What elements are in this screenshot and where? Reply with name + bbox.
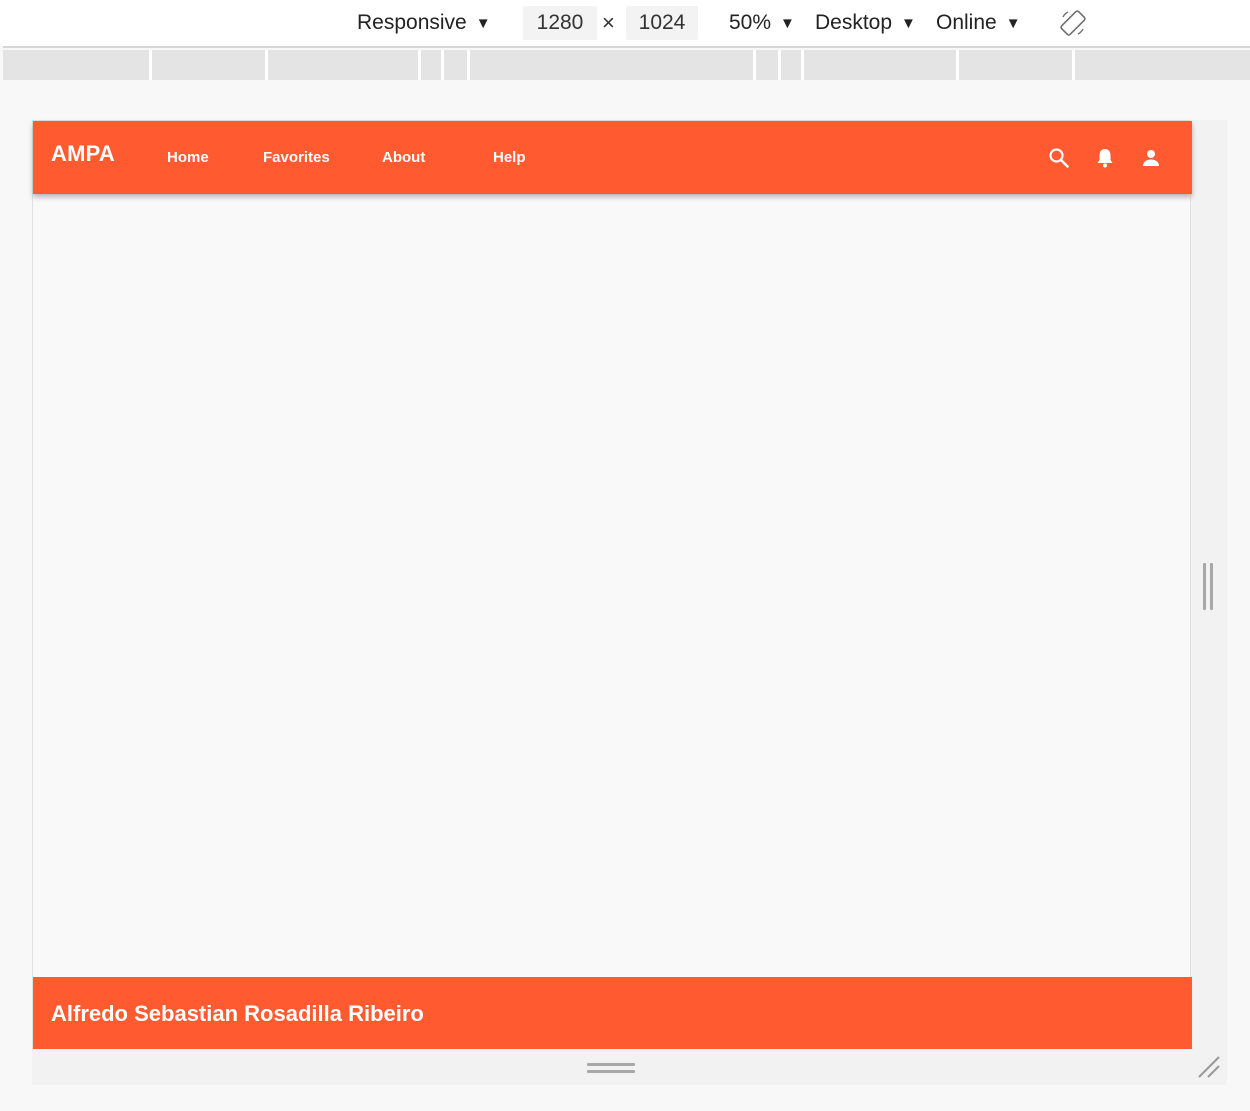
width-input[interactable]: 1280	[523, 6, 597, 40]
throttling-label: Online	[936, 11, 997, 34]
caret-down-icon: ▼	[475, 14, 491, 32]
nav-home[interactable]: Home	[167, 149, 209, 166]
device-viewport: AMPA Home Favorites About Help Alfredo S…	[32, 120, 1192, 1049]
media-query-bar[interactable]	[3, 50, 1250, 80]
media-query-marker	[1072, 50, 1075, 80]
nav-about[interactable]: About	[382, 149, 425, 166]
device-select-label: Responsive	[357, 11, 467, 34]
resize-handle-bottom[interactable]	[587, 1063, 635, 1075]
device-select[interactable]: Responsive ▼	[357, 0, 491, 46]
caret-down-icon: ▼	[1005, 14, 1021, 32]
brand-logo[interactable]: AMPA	[51, 141, 115, 167]
device-toolbar: Responsive ▼ 1280 × 1024 50% ▼ Desktop ▼…	[0, 0, 1250, 46]
nav-favorites[interactable]: Favorites	[263, 149, 330, 166]
media-query-marker	[778, 50, 781, 80]
media-query-marker	[753, 50, 756, 80]
search-icon[interactable]	[1047, 146, 1071, 170]
media-query-marker	[149, 50, 152, 80]
media-query-marker	[441, 50, 444, 80]
device-type-select[interactable]: Desktop ▼	[815, 0, 916, 46]
caret-down-icon: ▼	[901, 14, 916, 32]
height-input[interactable]: 1024	[626, 6, 698, 40]
dimension-separator: ×	[602, 10, 615, 35]
media-query-marker	[956, 50, 959, 80]
footer-author-name: Alfredo Sebastian Rosadilla Ribeiro	[51, 1001, 424, 1026]
resize-corner-icon[interactable]	[1197, 1055, 1221, 1079]
resize-handle-right[interactable]	[1203, 563, 1214, 610]
media-query-marker	[467, 50, 470, 80]
app-header: AMPA Home Favorites About Help	[33, 121, 1192, 194]
bell-icon[interactable]	[1093, 146, 1117, 170]
toolbar-divider	[3, 46, 1250, 48]
rotate-icon[interactable]	[1058, 8, 1088, 38]
media-query-marker	[801, 50, 804, 80]
zoom-select[interactable]: 50% ▼	[729, 0, 795, 46]
media-query-marker	[265, 50, 268, 80]
zoom-select-label: 50%	[729, 11, 772, 34]
app-footer: Alfredo Sebastian Rosadilla Ribeiro	[33, 977, 1192, 1049]
device-type-label: Desktop	[815, 11, 893, 34]
caret-down-icon: ▼	[780, 14, 795, 32]
person-icon[interactable]	[1139, 146, 1163, 170]
throttling-select[interactable]: Online ▼	[936, 0, 1021, 46]
nav-help[interactable]: Help	[493, 149, 526, 166]
media-query-marker	[418, 50, 421, 80]
